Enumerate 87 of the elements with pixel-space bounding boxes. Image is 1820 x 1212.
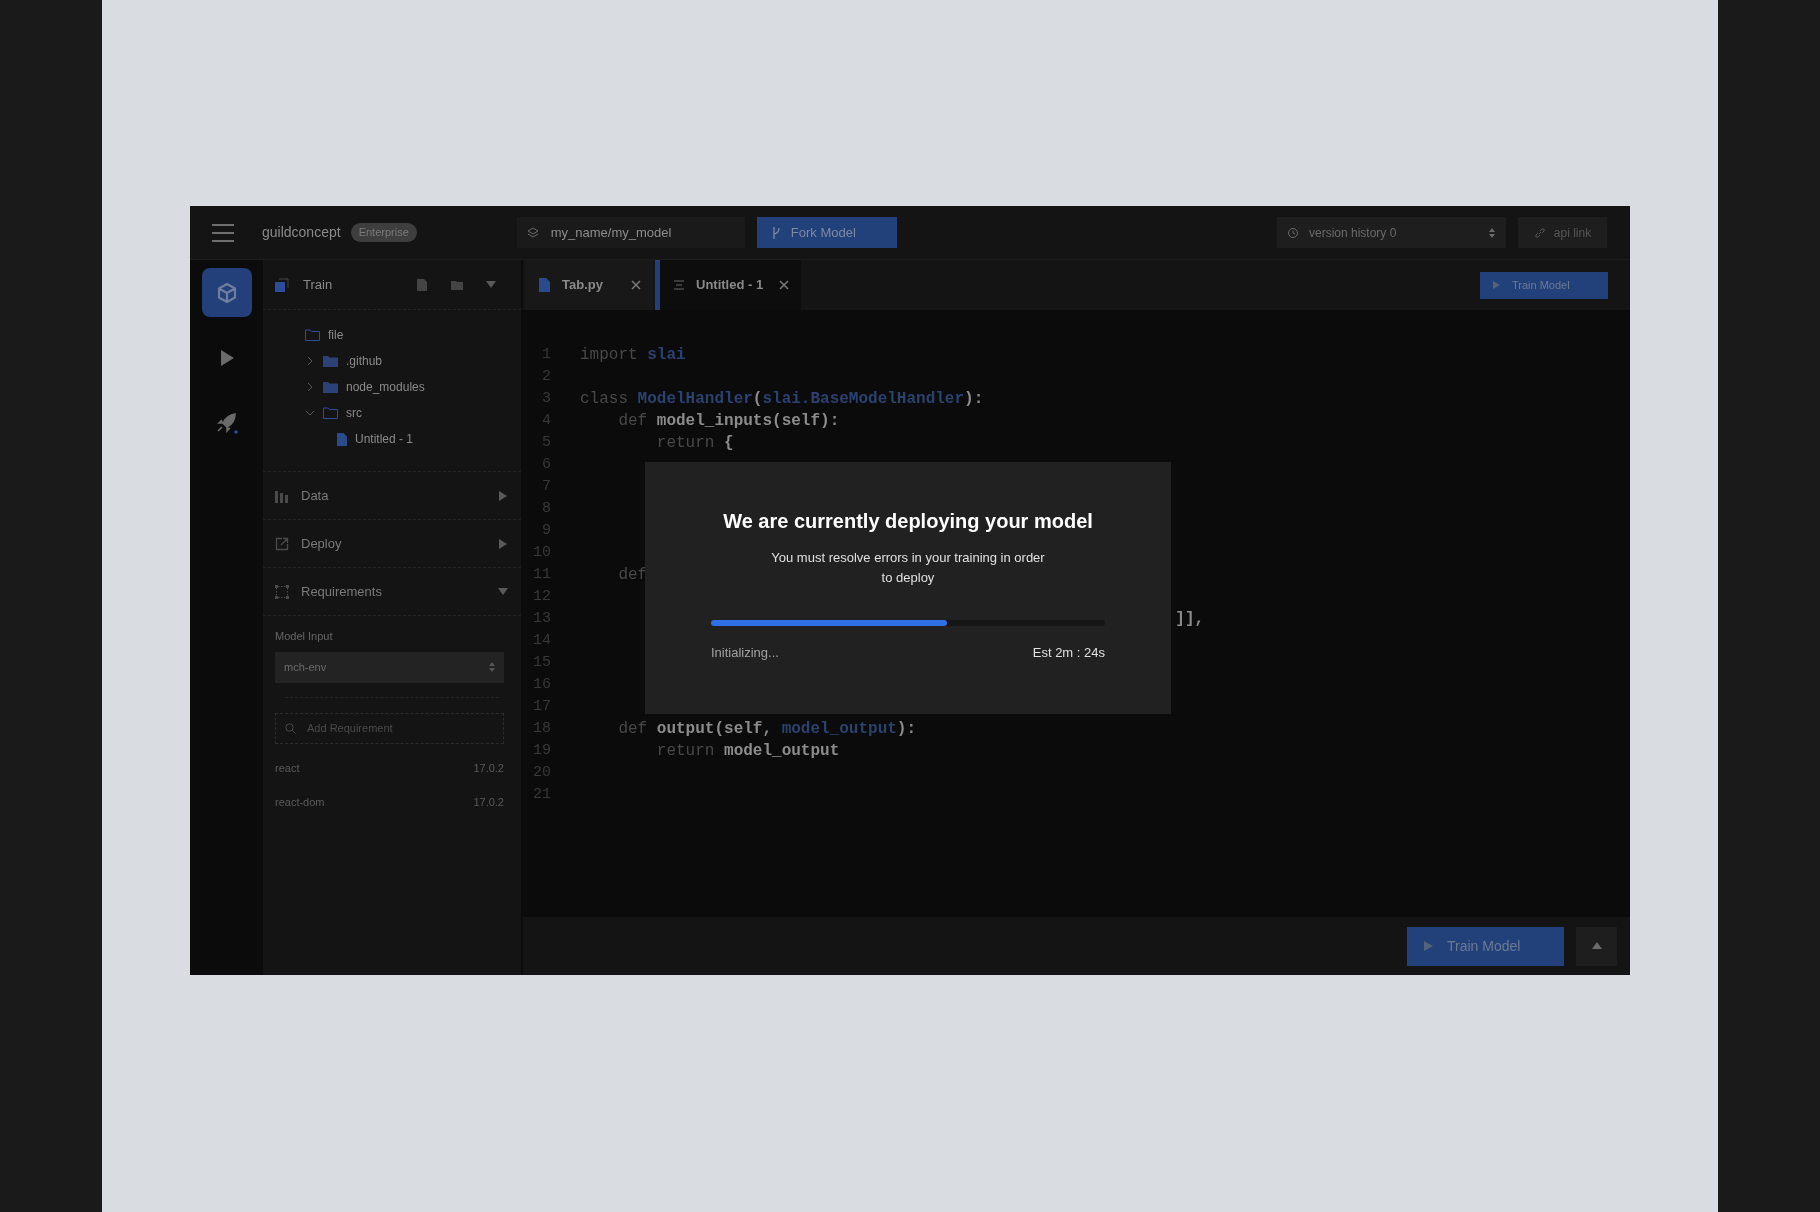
- folder-icon: [323, 407, 338, 419]
- menu-button[interactable]: [212, 223, 234, 242]
- file-plus-icon: [417, 278, 427, 291]
- code-token: model_inputs(self):: [656, 412, 840, 430]
- lines-icon: [674, 279, 684, 291]
- play-icon: [1424, 941, 1433, 951]
- package-name: react: [275, 760, 300, 776]
- caret-right-icon: [497, 489, 509, 502]
- code-token: return: [655, 742, 716, 760]
- close-tab-button[interactable]: [779, 280, 789, 290]
- modal-title: We are currently deploying your model: [723, 509, 1093, 534]
- code-token: {: [724, 434, 734, 452]
- search-icon: [285, 722, 296, 734]
- panel-title: Train: [303, 275, 334, 294]
- folder-icon: [451, 279, 463, 290]
- sort-arrows-icon: [489, 662, 495, 672]
- rocket-icon: [214, 410, 239, 435]
- section-header[interactable]: Requirements: [263, 568, 521, 616]
- train-model-button[interactable]: Train Model: [1480, 271, 1608, 299]
- layers-icon: [526, 226, 539, 239]
- new-file-button[interactable]: [417, 278, 429, 291]
- status-text: Initializing...: [711, 644, 779, 662]
- editor-tab[interactable]: Untitled - 1: [655, 260, 801, 310]
- code-token: def: [617, 412, 649, 430]
- tree-item[interactable]: src: [263, 400, 521, 426]
- folder-icon: [323, 381, 338, 393]
- tree-item[interactable]: node_modules: [263, 374, 521, 400]
- package-version: 17.0.2: [473, 760, 504, 776]
- version-history-select[interactable]: version history 0: [1277, 217, 1506, 248]
- tree-item[interactable]: .github: [263, 348, 521, 374]
- code-token: ]],: [1174, 610, 1205, 628]
- code-token: def: [617, 566, 648, 584]
- chevron-right-icon: [305, 356, 315, 366]
- time-estimate: Est 2m : 24s: [1032, 644, 1105, 662]
- branch-icon: [770, 225, 781, 240]
- code-token: return: [655, 434, 716, 452]
- cube-icon: [215, 281, 238, 304]
- expand-panel-button[interactable]: [1576, 926, 1617, 966]
- code-token: slai.BaseModelHandler: [762, 390, 965, 408]
- code-token: (: [752, 390, 763, 408]
- editor-tab[interactable]: Tab.py: [525, 260, 653, 310]
- code-token: slai: [647, 346, 686, 364]
- code-token: model_output: [781, 720, 897, 738]
- section-header[interactable]: Deploy: [263, 520, 521, 568]
- frame-icon: [275, 584, 289, 599]
- code-token: ModelHandler: [637, 390, 753, 408]
- external-link-icon: [275, 536, 289, 551]
- package-version: 17.0.2: [473, 794, 504, 810]
- file-icon: [337, 432, 347, 446]
- package-name: react-dom: [275, 794, 325, 810]
- code-token: ):: [964, 390, 984, 408]
- plan-badge: Enterprise: [350, 223, 417, 242]
- play-icon: [218, 348, 235, 367]
- folder-icon: [305, 329, 320, 341]
- chevron-down-icon: [305, 408, 315, 418]
- model-path-field[interactable]: my_name/my_model: [516, 217, 745, 248]
- section-header[interactable]: Data: [263, 472, 521, 520]
- history-icon: [1287, 226, 1299, 239]
- code-token: import: [580, 346, 639, 364]
- caret-right-icon: [497, 537, 509, 550]
- code-token: ):: [896, 720, 917, 738]
- brand-name: guildconcept: [262, 223, 341, 242]
- bar-chart-icon: [275, 488, 289, 503]
- modal-message: You must resolve errors in your training in order to deploy: [770, 549, 1046, 587]
- train-model-button[interactable]: Train Model: [1407, 926, 1564, 966]
- folder-icon: [323, 355, 338, 367]
- close-icon: [779, 280, 789, 290]
- model-input-select[interactable]: mch-env: [275, 651, 504, 683]
- play-icon: [1493, 281, 1500, 289]
- new-folder-button[interactable]: [451, 278, 463, 291]
- fork-model-button[interactable]: Fork Model: [756, 217, 897, 248]
- code-token: output(self,: [656, 720, 774, 738]
- code-token: class: [580, 390, 629, 408]
- field-label: Model Input: [275, 629, 334, 644]
- caret-up-icon: [1590, 940, 1603, 952]
- tree-item[interactable]: Untitled - 1: [263, 426, 521, 452]
- chevron-right-icon: [305, 382, 315, 392]
- file-icon: [539, 278, 550, 292]
- train-icon: [275, 277, 289, 292]
- code-token: def: [617, 720, 649, 738]
- close-icon: [631, 280, 641, 290]
- nav-rail-button[interactable]: [201, 268, 252, 317]
- link-icon: [1533, 226, 1546, 239]
- code-token: model_output: [724, 742, 840, 760]
- close-tab-button[interactable]: [631, 280, 641, 290]
- sort-arrows-icon: [1488, 226, 1496, 239]
- tree-item[interactable]: file: [263, 322, 521, 348]
